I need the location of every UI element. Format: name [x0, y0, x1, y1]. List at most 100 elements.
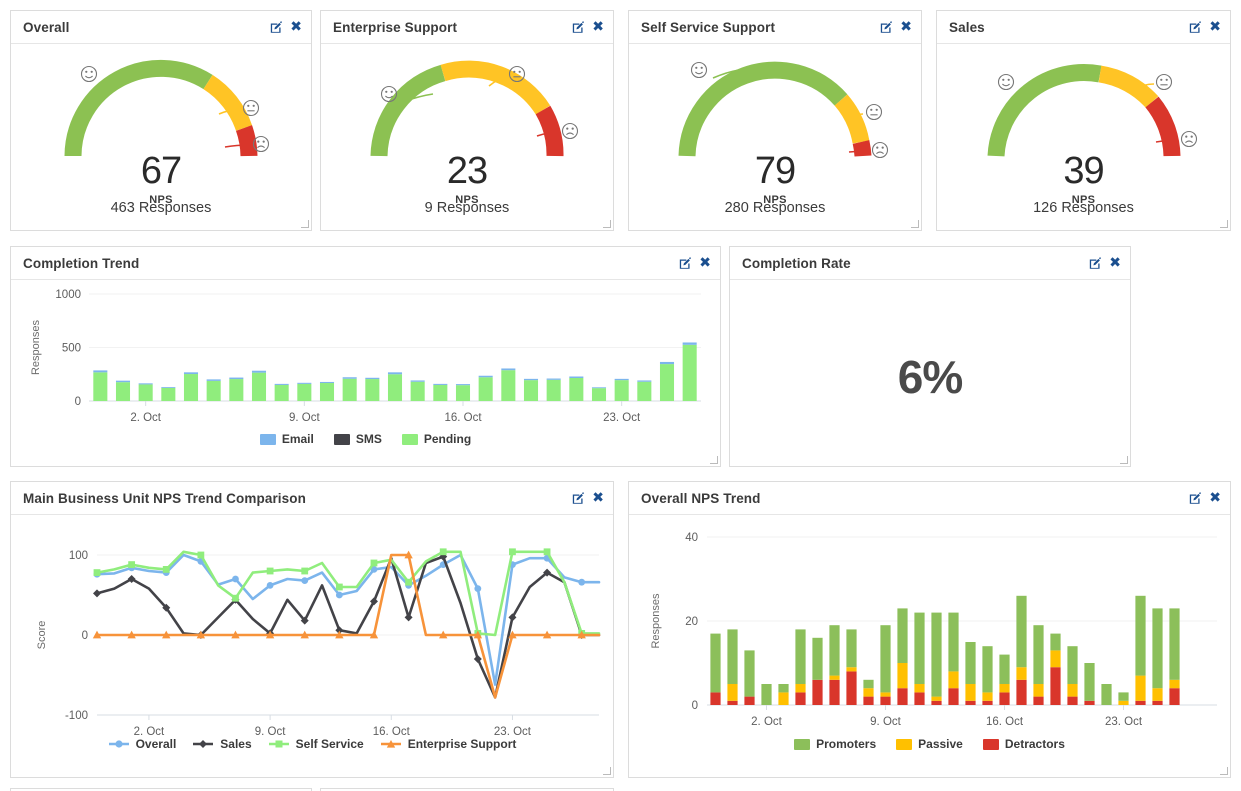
- resize-handle[interactable]: [301, 220, 310, 229]
- smiley-sad-icon: [561, 122, 579, 140]
- card-tools: ✖: [1189, 491, 1221, 505]
- legend-item-passive[interactable]: Passive: [896, 737, 963, 751]
- completion-rate-value: 6%: [897, 351, 963, 403]
- resize-handle[interactable]: [603, 220, 612, 229]
- card-enterprise-support: Enterprise Support ✖ 23 NPS 9 Responses: [320, 10, 614, 231]
- card-title: Overall: [23, 19, 70, 35]
- card-header: Sales ✖: [937, 11, 1230, 44]
- close-x-icon[interactable]: ✖: [1109, 256, 1121, 270]
- edit-pencil-icon[interactable]: [1189, 20, 1202, 34]
- legend-label: Sales: [220, 737, 252, 751]
- legend-item-self-service[interactable]: Self Service: [268, 737, 364, 751]
- card-tools: ✖: [679, 256, 711, 270]
- legend-item-sms[interactable]: SMS: [333, 432, 382, 446]
- svg-text:500: 500: [62, 343, 81, 355]
- card-tools: ✖: [1189, 20, 1221, 34]
- close-x-icon[interactable]: ✖: [1209, 20, 1221, 34]
- legend-label: Pending: [423, 432, 472, 446]
- svg-text:16. Oct: 16. Oct: [986, 716, 1024, 728]
- smiley-happy-icon: [690, 61, 708, 79]
- nps-value: 79: [754, 150, 796, 192]
- card-header: Completion Rate ✖: [730, 247, 1130, 280]
- svg-text:23. Oct: 23. Oct: [603, 412, 641, 424]
- edit-pencil-icon[interactable]: [1089, 256, 1102, 270]
- close-x-icon[interactable]: ✖: [900, 20, 912, 34]
- legend-item-enterprise-support[interactable]: Enterprise Support: [380, 737, 516, 751]
- card-title: Completion Trend: [23, 255, 140, 271]
- card-title: Completion Rate: [742, 255, 851, 271]
- resize-handle[interactable]: [1220, 767, 1229, 776]
- close-x-icon[interactable]: ✖: [699, 256, 711, 270]
- legend-label: Self Service: [295, 737, 364, 751]
- card-tools: ✖: [1089, 256, 1121, 270]
- chart-body: -100 0 100 Score 2. Oct 9. Oct 16. Oct 23. Oct …: [11, 515, 613, 777]
- legend-label: Overall: [135, 737, 177, 751]
- card-sales: Sales ✖ 39 NPS 126 Responses: [936, 10, 1231, 231]
- legend-label: SMS: [355, 432, 382, 446]
- svg-text:20: 20: [685, 616, 698, 628]
- card-title: Sales: [949, 19, 985, 35]
- svg-text:9. Oct: 9. Oct: [289, 412, 320, 424]
- svg-text:0: 0: [692, 700, 698, 712]
- overall-nps-trend-chart: 0 20 40 Responses 2. Oct 9. Oct 16. Oct 23. Oct: [650, 532, 1217, 728]
- legend-label: Detractors: [1004, 737, 1065, 751]
- chart-legend: Promoters Passive Detractors: [629, 737, 1230, 751]
- edit-pencil-icon[interactable]: [572, 20, 585, 34]
- edit-pencil-icon[interactable]: [679, 256, 692, 270]
- responses-count: 463 Responses: [110, 200, 212, 216]
- resize-handle[interactable]: [1120, 456, 1129, 465]
- legend-item-overall[interactable]: Overall: [108, 737, 177, 751]
- card-header: Overall NPS Trend ✖: [629, 482, 1230, 515]
- svg-text:2. Oct: 2. Oct: [134, 726, 165, 737]
- legend-item-email[interactable]: Email: [259, 432, 314, 446]
- nps-comparison-chart: -100 0 100 Score 2. Oct 9. Oct 16. Oct 23. Oct: [36, 548, 601, 737]
- smiley-neutral-icon: [865, 103, 883, 121]
- svg-text:Score: Score: [36, 621, 48, 650]
- nps-value: 39: [1063, 150, 1104, 192]
- close-x-icon[interactable]: ✖: [1209, 491, 1221, 505]
- edit-pencil-icon[interactable]: [572, 491, 585, 505]
- svg-text:16. Oct: 16. Oct: [444, 412, 482, 424]
- legend-label: Passive: [918, 737, 963, 751]
- resize-handle[interactable]: [603, 767, 612, 776]
- close-x-icon[interactable]: ✖: [592, 491, 604, 505]
- gauge-body: 39 NPS 126 Responses: [937, 44, 1230, 230]
- svg-text:1000: 1000: [55, 289, 81, 301]
- edit-pencil-icon[interactable]: [270, 20, 283, 34]
- card-header: Overall ✖: [11, 11, 311, 44]
- legend-item-detractors[interactable]: Detractors: [982, 737, 1065, 751]
- gauge-body: 67 NPS 463 Responses: [11, 44, 311, 230]
- card-completion-trend: Completion Trend ✖ 0 500 1000 Responses 2. O…: [10, 246, 721, 467]
- smiley-neutral-icon: [242, 99, 260, 117]
- resize-handle[interactable]: [1220, 220, 1229, 229]
- edit-pencil-icon[interactable]: [1189, 491, 1202, 505]
- svg-text:23. Oct: 23. Oct: [1105, 716, 1143, 728]
- card-tools: ✖: [880, 20, 912, 34]
- rate-body: 6%: [730, 280, 1130, 466]
- legend-swatch: [982, 738, 999, 750]
- card-nps-comparison: Main Business Unit NPS Trend Comparison …: [10, 481, 614, 778]
- card-header: Enterprise Support ✖: [321, 11, 613, 44]
- card-title: Enterprise Support: [333, 19, 458, 35]
- resize-handle[interactable]: [710, 456, 719, 465]
- card-title: Overall NPS Trend: [641, 490, 761, 506]
- svg-text:Responses: Responses: [650, 593, 662, 649]
- close-x-icon[interactable]: ✖: [290, 20, 302, 34]
- legend-swatch: [401, 433, 418, 445]
- card-header: Completion Trend ✖: [11, 247, 720, 280]
- card-tools: ✖: [572, 491, 604, 505]
- gauge-body: 79 NPS 280 Responses: [629, 44, 921, 230]
- card-overall: Overall ✖ 67 NPS 463 Responses: [10, 10, 312, 231]
- svg-text:2. Oct: 2. Oct: [751, 716, 782, 728]
- legend-swatch: [896, 738, 913, 750]
- legend-item-promoters[interactable]: Promoters: [794, 737, 876, 751]
- close-x-icon[interactable]: ✖: [592, 20, 604, 34]
- edit-pencil-icon[interactable]: [880, 20, 893, 34]
- resize-handle[interactable]: [911, 220, 920, 229]
- legend-item-sales[interactable]: Sales: [192, 737, 252, 751]
- svg-text:9. Oct: 9. Oct: [870, 716, 901, 728]
- smiley-sad-icon: [1180, 130, 1197, 148]
- card-overall-nps-trend: Overall NPS Trend ✖ 0 20 40 Responses 2. Oct…: [628, 481, 1231, 778]
- dashboard-page: Overall ✖ 67 NPS 463 Responses Enterpris…: [0, 0, 1241, 791]
- legend-item-pending[interactable]: Pending: [401, 432, 472, 446]
